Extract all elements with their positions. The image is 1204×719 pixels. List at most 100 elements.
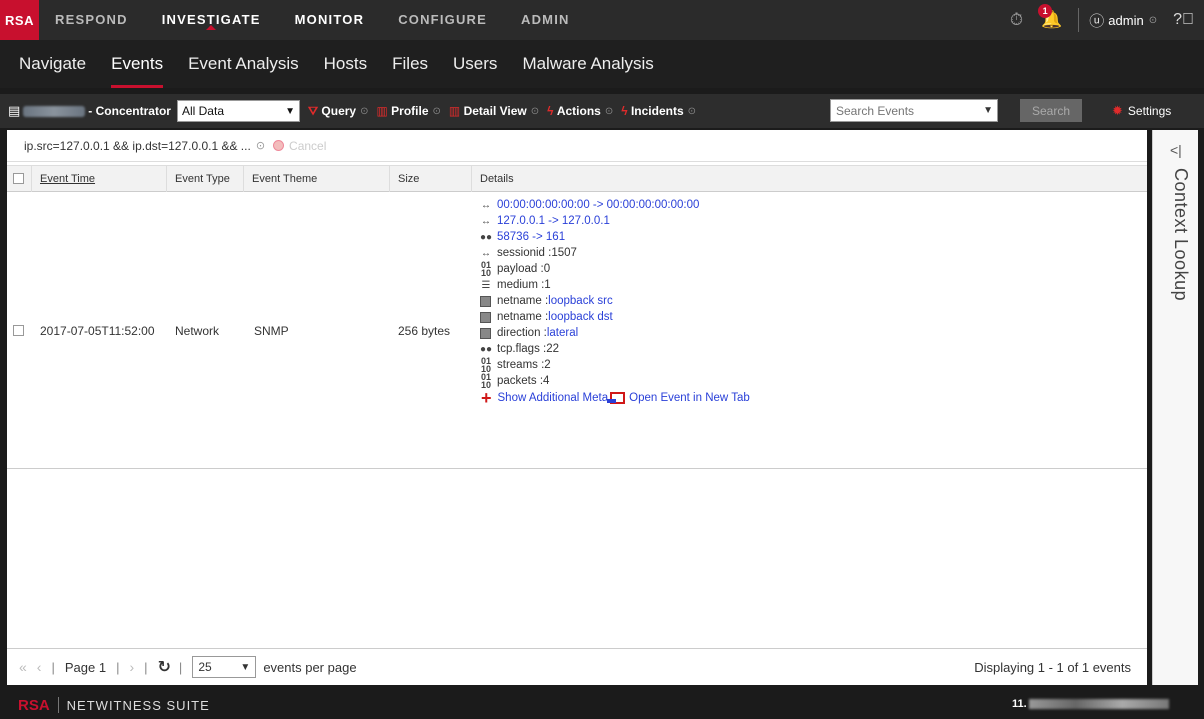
header-event-time[interactable]: Event Time [32, 165, 167, 192]
expand-panel-icon[interactable]: <| [1170, 142, 1182, 158]
search-events-field[interactable]: ▼ [830, 99, 998, 122]
medium-value: 1 [544, 279, 551, 291]
detail-medium: ☰ medium : 1 [479, 277, 1139, 293]
detail-port: ●● 58736 -> 161 [479, 229, 1139, 245]
service-suffix: - Concentrator [88, 104, 171, 118]
cell-details: ↔ 00:00:00:00:00:00 -> 00:00:00:00:00:00… [479, 197, 1139, 409]
divider: | [178, 659, 183, 675]
data-scope-select[interactable]: All Data ▼ [176, 100, 300, 122]
query-breadcrumb: ip.src=127.0.0.1 && ip.dst=127.0.0.1 && … [7, 130, 1147, 162]
detail-packets: 01 10 packets : 4 [479, 373, 1139, 390]
netname-src-link[interactable]: loopback src [548, 295, 613, 307]
user-icon: ⓤ [1089, 12, 1105, 30]
plus-icon[interactable]: + [481, 388, 492, 409]
eth-link[interactable]: 00:00:00:00:00:00 -> 00:00:00:00:00:00 [497, 199, 699, 211]
nav-configure[interactable]: CONFIGURE [398, 0, 487, 40]
detail-streams: 01 10 streams : 2 [479, 357, 1139, 374]
open-event-new-tab-link[interactable]: Open Event in New Tab [629, 392, 750, 404]
connection-icon: ●● [479, 343, 493, 355]
show-additional-meta-link[interactable]: Show Additional Meta [498, 392, 609, 404]
nav-investigate[interactable]: INVESTIGATE [162, 0, 261, 40]
version-info: 11. [1012, 698, 1169, 710]
netname-dst-link[interactable]: loopback dst [548, 311, 613, 323]
tab-event-analysis[interactable]: Event Analysis [188, 40, 299, 88]
select-all-checkbox-cell [7, 165, 32, 192]
cell-event-type: Network [175, 323, 220, 338]
notifications-bell-icon[interactable]: 🔔 1 [1038, 4, 1062, 30]
tab-files[interactable]: Files [392, 40, 428, 88]
chevron-down-icon: ⊙ [530, 105, 540, 117]
detail-sessionid: ↔ sessionid : 1507 [479, 245, 1139, 261]
query-menu[interactable]: ⛛ Query ⊙ [308, 104, 369, 119]
sessionid-label: sessionid : [497, 247, 552, 259]
streams-value: 2 [544, 359, 551, 371]
settings-label: Settings [1127, 104, 1172, 118]
service-selector[interactable]: ▤ - Concentrator [8, 103, 171, 119]
arrows-icon: ↔ [481, 199, 491, 211]
notification-count-badge: 1 [1038, 4, 1053, 18]
select-all-checkbox[interactable] [13, 173, 24, 184]
nav-respond[interactable]: RESPOND [55, 0, 128, 40]
chevron-down-icon[interactable]: ⊙ [256, 139, 265, 152]
packets-label: packets : [497, 375, 544, 387]
stopwatch-icon[interactable]: ⏱ [1010, 10, 1023, 30]
help-icon[interactable]: ?⃝ [1173, 11, 1194, 29]
per-page-select[interactable]: 25 ▼ [192, 656, 257, 678]
cell-event-time: 2017-07-05T11:52:00 [40, 323, 155, 338]
chevron-down-icon[interactable]: ▼ [983, 105, 993, 116]
settings-button[interactable]: ✹ Settings [1112, 94, 1171, 128]
query-label: Query [321, 104, 357, 118]
service-list-icon: ▤ [8, 103, 21, 118]
payload-label: payload : [497, 263, 544, 275]
detail-tcp-flags: ●● tcp.flags : 22 [479, 341, 1139, 357]
tab-navigate[interactable]: Navigate [19, 40, 86, 88]
filter-icon: ⛛ [307, 103, 319, 118]
nav-admin[interactable]: ADMIN [521, 0, 570, 40]
search-events-input[interactable] [836, 103, 976, 118]
direction-label: direction : [497, 327, 547, 339]
previous-page-icon[interactable]: ‹ [37, 659, 42, 675]
network-icon [480, 295, 491, 307]
tab-malware-analysis[interactable]: Malware Analysis [522, 40, 653, 88]
refresh-icon[interactable]: ↻ [158, 657, 171, 677]
profile-icon: ▥ [376, 104, 388, 118]
row-checkbox[interactable] [13, 325, 24, 336]
chevron-down-icon: ▼ [285, 105, 295, 117]
first-page-icon[interactable]: « [19, 659, 27, 675]
context-lookup-panel[interactable]: <| Context Lookup [1152, 130, 1198, 685]
header-event-theme[interactable]: Event Theme [244, 165, 390, 192]
open-new-tab-icon[interactable] [607, 392, 626, 404]
table-row[interactable]: 2017-07-05T11:52:00 Network SNMP 256 byt… [7, 192, 1147, 469]
detail-view-menu[interactable]: ▥ Detail View ⊙ [449, 104, 539, 118]
detail-eth: ↔ 00:00:00:00:00:00 -> 00:00:00:00:00:00 [479, 197, 1139, 213]
incidents-menu[interactable]: ϟ Incidents ⊙ [621, 104, 696, 118]
search-button[interactable]: Search [1020, 99, 1082, 122]
packets-value: 4 [543, 375, 550, 387]
tab-users[interactable]: Users [453, 40, 497, 88]
next-page-icon[interactable]: › [129, 659, 134, 675]
profile-menu[interactable]: ▥ Profile ⊙ [376, 104, 440, 118]
detail-actions: + Show Additional Meta Open Event in New… [479, 388, 1139, 409]
header-details[interactable]: Details [472, 165, 1147, 192]
user-menu[interactable]: ⓤ admin ⊙ [1089, 10, 1157, 31]
actions-menu[interactable]: ϟ Actions ⊙ [547, 104, 613, 118]
version-prefix: 11. [1012, 698, 1027, 710]
chevron-down-icon: ⊙ [1148, 14, 1158, 26]
events-toolbar: ▤ - Concentrator All Data ▼ ⛛ Query ⊙ ▥ P… [0, 94, 1204, 128]
tab-hosts[interactable]: Hosts [324, 40, 367, 88]
footer: RSA NETWITNESS SUITE 11. [0, 691, 1204, 719]
context-lookup-label: Context Lookup [1171, 168, 1191, 302]
header-size[interactable]: Size [390, 165, 472, 192]
port-link[interactable]: 58736 -> 161 [497, 231, 565, 243]
tab-events[interactable]: Events [111, 40, 163, 88]
nav-monitor[interactable]: MONITOR [295, 0, 365, 40]
netname-label: netname : [497, 295, 549, 307]
header-event-type[interactable]: Event Type [167, 165, 244, 192]
direction-link[interactable]: lateral [547, 327, 578, 339]
ip-link[interactable]: 127.0.0.1 -> 127.0.0.1 [497, 215, 610, 227]
cancel-button[interactable]: Cancel [273, 139, 326, 153]
detail-netname-src: netname : loopback src [479, 293, 1139, 309]
gear-icon: ✹ [1112, 103, 1123, 118]
query-text[interactable]: ip.src=127.0.0.1 && ip.dst=127.0.0.1 && … [24, 139, 251, 153]
profile-label: Profile [391, 104, 429, 118]
